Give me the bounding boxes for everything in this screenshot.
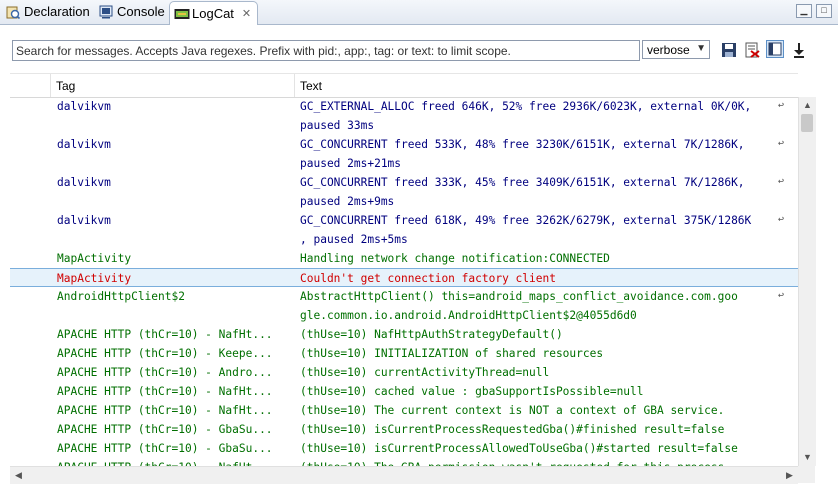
log-message: GC_CONCURRENT freed 618K, 49% free 3262K… bbox=[300, 214, 752, 227]
view-tab-bar: Declaration Console LogCat ✕ ▁ □ bbox=[0, 0, 838, 25]
log-tag: dalvikvm bbox=[57, 138, 111, 151]
log-message: paused 2ms+9ms bbox=[300, 195, 395, 208]
log-tag: APACHE HTTP (thCr=10) - Keepe... bbox=[57, 347, 273, 360]
log-message: AbstractHttpClient() this=android_maps_c… bbox=[300, 290, 738, 303]
log-level-value: verbose bbox=[647, 42, 690, 57]
log-message: GC_CONCURRENT freed 533K, 48% free 3230K… bbox=[300, 138, 745, 151]
logcat-toolbar: Search for messages. Accepts Java regexe… bbox=[0, 25, 838, 73]
tab-label: Declaration bbox=[24, 4, 90, 19]
console-icon bbox=[99, 5, 113, 19]
log-row[interactable]: APACHE HTTP (thCr=10) - NafHt...(thUse=1… bbox=[10, 458, 798, 466]
log-message: paused 33ms bbox=[300, 119, 375, 132]
log-tag: APACHE HTTP (thCr=10) - NafHt... bbox=[57, 328, 273, 341]
log-tag: dalvikvm bbox=[57, 100, 111, 113]
chevron-down-icon: ▼ bbox=[696, 43, 706, 54]
scroll-left-icon[interactable]: ◀ bbox=[10, 467, 27, 484]
log-message: Handling network change notification:CON… bbox=[300, 252, 610, 265]
log-level-select[interactable]: verbose ▼ bbox=[642, 40, 710, 59]
horizontal-scrollbar[interactable]: ◀ ▶ bbox=[10, 466, 798, 484]
log-row[interactable]: APACHE HTTP (thCr=10) - NafHt... (thUse=1… bbox=[10, 401, 798, 420]
scrollbar-thumb[interactable] bbox=[801, 114, 813, 132]
log-message: Couldn't get connection factory client bbox=[300, 272, 556, 285]
log-row[interactable]: APACHE HTTP (thCr=10) - NafHt... (thUse=1… bbox=[10, 382, 798, 401]
clear-log-icon[interactable] bbox=[744, 42, 760, 58]
log-row[interactable]: MapActivity Couldn't get connection facto… bbox=[10, 268, 798, 287]
toggle-saved-filters-icon[interactable] bbox=[766, 40, 784, 58]
log-row[interactable]: MapActivity Handling network change notif… bbox=[10, 249, 798, 268]
tab-label: Console bbox=[117, 4, 165, 19]
vertical-scrollbar[interactable]: ▲ ▼ bbox=[798, 97, 816, 466]
log-row[interactable]: APACHE HTTP (thCr=10) - Andro... (thUse=1… bbox=[10, 363, 798, 382]
search-input[interactable]: Search for messages. Accepts Java regexe… bbox=[12, 40, 640, 61]
log-row[interactable]: dalvikvm GC_EXTERNAL_ALLOC freed 646K, 52… bbox=[10, 97, 798, 116]
log-tag: APACHE HTTP (thCr=10) - GbaSu... bbox=[57, 442, 273, 455]
log-row-continuation[interactable]: paused 2ms+9ms bbox=[10, 192, 798, 211]
log-row-continuation[interactable]: paused 33ms bbox=[10, 116, 798, 135]
tab-declaration[interactable]: Declaration bbox=[2, 0, 96, 23]
log-message: (thUse=10) isCurrentProcessAllowedToUseG… bbox=[300, 442, 738, 455]
log-message: (thUse=10) cached value : gbaSupportIsPo… bbox=[300, 385, 644, 398]
close-tab-icon[interactable]: ✕ bbox=[242, 7, 251, 20]
log-tag: APACHE HTTP (thCr=10) - NafHt... bbox=[57, 404, 273, 417]
line-wrap-icon: ↩ bbox=[778, 214, 785, 225]
scroll-up-icon[interactable]: ▲ bbox=[799, 97, 816, 114]
log-row[interactable]: dalvikvm GC_CONCURRENT freed 333K, 45% fr… bbox=[10, 173, 798, 192]
log-row[interactable]: AndroidHttpClient$2 AbstractHttpClient() … bbox=[10, 287, 798, 306]
log-message: GC_EXTERNAL_ALLOC freed 646K, 52% free 2… bbox=[300, 100, 752, 113]
log-row-continuation[interactable]: gle.common.io.android.AndroidHttpClient$… bbox=[10, 306, 798, 325]
log-message: , paused 2ms+5ms bbox=[300, 233, 408, 246]
column-text[interactable]: Text bbox=[294, 74, 798, 97]
column-tag-label: Tag bbox=[56, 78, 76, 93]
log-message: paused 2ms+21ms bbox=[300, 157, 402, 170]
log-table-header: Tag Text bbox=[10, 73, 798, 98]
log-row[interactable]: APACHE HTTP (thCr=10) - GbaSu... (thUse=1… bbox=[10, 439, 798, 458]
log-message: (thUse=10) NafHttpAuthStrategyDefault() bbox=[300, 328, 563, 341]
line-wrap-icon: ↩ bbox=[778, 138, 785, 149]
scroll-lock-icon[interactable] bbox=[791, 42, 807, 58]
view-window-controls: ▁ □ bbox=[796, 4, 832, 18]
log-row-continuation[interactable]: paused 2ms+21ms bbox=[10, 154, 798, 173]
scrollbar-corner bbox=[798, 466, 815, 483]
line-wrap-icon: ↩ bbox=[778, 176, 785, 187]
column-tag[interactable]: Tag bbox=[50, 74, 294, 97]
log-tag: APACHE HTTP (thCr=10) - NafHt... bbox=[57, 385, 273, 398]
log-tag: APACHE HTTP (thCr=10) - Andro... bbox=[57, 366, 273, 379]
log-message: (thUse=10) currentActivityThread=null bbox=[300, 366, 550, 379]
tab-label: LogCat bbox=[192, 6, 234, 21]
log-message: GC_CONCURRENT freed 333K, 45% free 3409K… bbox=[300, 176, 745, 189]
save-icon[interactable] bbox=[721, 42, 737, 58]
log-row[interactable]: APACHE HTTP (thCr=10) - NafHt... (thUse=1… bbox=[10, 325, 798, 344]
tab-console[interactable]: Console bbox=[95, 0, 171, 23]
declaration-icon bbox=[6, 5, 21, 19]
scroll-down-icon[interactable]: ▼ bbox=[799, 449, 816, 466]
minimize-icon[interactable]: ▁ bbox=[796, 4, 812, 18]
column-level[interactable] bbox=[10, 74, 50, 97]
logcat-icon bbox=[174, 7, 190, 21]
line-wrap-icon: ↩ bbox=[778, 100, 785, 111]
log-message: (thUse=10) INITIALIZATION of shared reso… bbox=[300, 347, 604, 360]
tab-logcat[interactable]: LogCat ✕ bbox=[169, 1, 259, 25]
log-tag: AndroidHttpClient$2 bbox=[57, 290, 185, 303]
line-wrap-icon: ↩ bbox=[778, 290, 785, 301]
log-table-body: dalvikvm GC_EXTERNAL_ALLOC freed 646K, 52… bbox=[10, 97, 798, 466]
log-row-continuation[interactable]: , paused 2ms+5ms bbox=[10, 230, 798, 249]
log-row[interactable]: dalvikvm GC_CONCURRENT freed 618K, 49% fr… bbox=[10, 211, 798, 230]
log-message: gle.common.io.android.AndroidHttpClient$… bbox=[300, 309, 637, 322]
log-row[interactable]: APACHE HTTP (thCr=10) - GbaSu... (thUse=1… bbox=[10, 420, 798, 439]
scroll-right-icon[interactable]: ▶ bbox=[781, 467, 798, 484]
log-tag: dalvikvm bbox=[57, 214, 111, 227]
search-placeholder: Search for messages. Accepts Java regexe… bbox=[16, 43, 511, 58]
maximize-icon[interactable]: □ bbox=[816, 4, 832, 18]
log-row[interactable]: APACHE HTTP (thCr=10) - Keepe... (thUse=1… bbox=[10, 344, 798, 363]
log-message: (thUse=10) The current context is NOT a … bbox=[300, 404, 725, 417]
log-row[interactable]: dalvikvm GC_CONCURRENT freed 533K, 48% fr… bbox=[10, 135, 798, 154]
log-tag: MapActivity bbox=[57, 272, 132, 285]
log-tag: MapActivity bbox=[57, 252, 132, 265]
log-tag: dalvikvm bbox=[57, 176, 111, 189]
column-text-label: Text bbox=[300, 78, 323, 93]
log-tag: APACHE HTTP (thCr=10) - GbaSu... bbox=[57, 423, 273, 436]
log-message: (thUse=10) isCurrentProcessRequestedGba(… bbox=[300, 423, 725, 436]
